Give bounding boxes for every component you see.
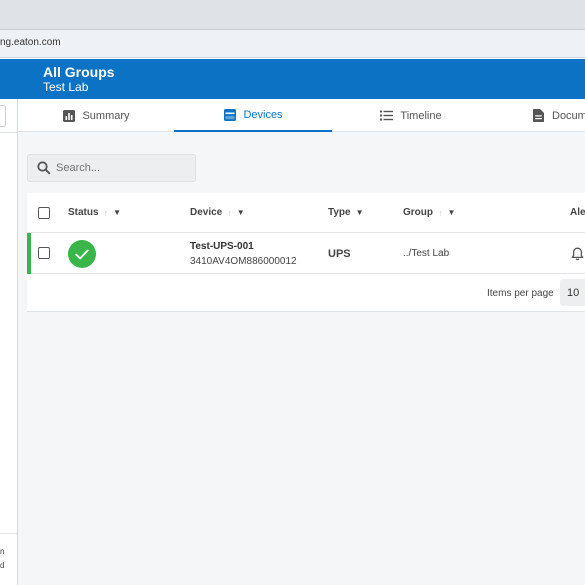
column-alerts[interactable]: Ale [570, 207, 585, 218]
tab-documents[interactable]: Docum [490, 99, 585, 132]
tab-bar: Summary Devices Timeline Docum [18, 99, 585, 132]
table-header: Status ↑ ▼ Device ↑ ▼ Type ▼ Group ↑ ▼ A… [27, 193, 585, 233]
device-type: UPS [328, 248, 351, 260]
row-checkbox[interactable] [38, 247, 50, 259]
device-icon [223, 108, 236, 121]
status-ok-icon [68, 240, 96, 268]
drawer-footer-divider [0, 533, 17, 534]
browser-url[interactable]: ng.eaton.com [0, 37, 61, 48]
filter-caret-icon[interactable]: ▼ [113, 208, 121, 217]
tab-devices-label: Devices [243, 108, 283, 121]
select-all-checkbox[interactable] [38, 207, 50, 219]
column-device-label: Device [190, 207, 223, 218]
column-type[interactable]: Type ▼ [328, 207, 364, 218]
column-type-label: Type [328, 207, 351, 218]
app-header: All Groups Test Lab [0, 59, 585, 99]
column-group-label: Group [403, 207, 433, 218]
document-icon [532, 109, 545, 122]
status-stripe [27, 233, 31, 274]
drawer-divider [0, 132, 17, 133]
bell-icon[interactable] [571, 247, 584, 261]
device-serial: 3410AV4OM886000012 [190, 256, 297, 267]
list-icon [380, 109, 394, 122]
filter-caret-icon[interactable]: ▼ [448, 208, 456, 217]
drawer-footer-text-2: d [0, 561, 5, 570]
pagination-bar: Items per page 10 [27, 274, 585, 312]
column-alerts-label: Ale [570, 207, 585, 218]
devices-table: Status ↑ ▼ Device ↑ ▼ Type ▼ Group ↑ ▼ A… [27, 193, 585, 312]
column-status-label: Status [68, 207, 99, 218]
bar-chart-icon [62, 109, 75, 122]
search-box[interactable] [27, 154, 196, 182]
sort-arrow-icon[interactable]: ↑ [227, 208, 232, 218]
drawer-footer-text-1: n [0, 547, 5, 556]
search-input[interactable] [56, 159, 191, 177]
filter-caret-icon[interactable]: ▼ [237, 208, 245, 217]
browser-tabstrip [0, 0, 585, 30]
tab-timeline-label: Timeline [400, 109, 442, 122]
search-icon [37, 161, 51, 175]
tab-summary-label: Summary [82, 109, 130, 122]
filter-caret-icon[interactable]: ▼ [356, 208, 364, 217]
items-per-page-select[interactable]: 10 [560, 279, 585, 306]
tab-timeline[interactable]: Timeline [332, 99, 490, 132]
browser-address-bar[interactable]: ng.eaton.com [0, 30, 585, 58]
tab-summary[interactable]: Summary [18, 99, 174, 132]
table-row[interactable]: Test-UPS-001 3410AV4OM886000012 UPS ../T… [27, 233, 585, 274]
device-name[interactable]: Test-UPS-001 [190, 241, 254, 252]
device-group: ../Test Lab [403, 248, 450, 259]
tab-documents-label: Docum [552, 109, 585, 122]
drawer-search-box[interactable] [0, 105, 6, 127]
column-device[interactable]: Device ↑ ▼ [190, 207, 245, 218]
items-per-page-label: Items per page [487, 288, 554, 299]
page-subtitle: Test Lab [43, 80, 89, 94]
sort-arrow-icon[interactable]: ↑ [438, 208, 443, 218]
column-group[interactable]: Group ↑ ▼ [403, 207, 455, 218]
navigation-drawer: n d [0, 99, 18, 585]
tab-devices[interactable]: Devices [174, 99, 332, 132]
column-status[interactable]: Status ↑ ▼ [68, 207, 121, 218]
sort-arrow-icon[interactable]: ↑ [104, 208, 109, 218]
page-title: All Groups [43, 64, 115, 80]
